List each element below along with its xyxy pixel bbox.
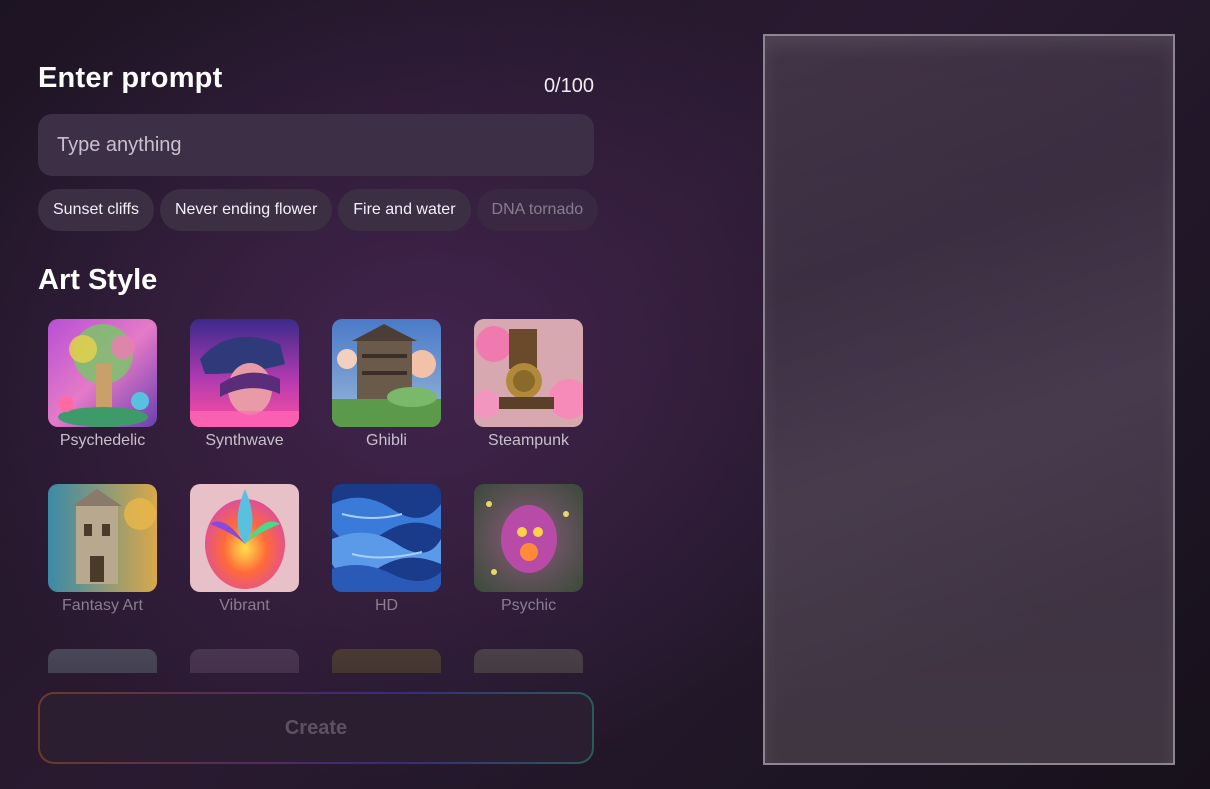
style-label: Steampunk: [488, 432, 569, 449]
partial-thumbnail: [332, 649, 441, 673]
partial-thumbnail: [48, 649, 157, 673]
synthwave-thumbnail: [190, 319, 299, 427]
style-option-psychic[interactable]: Psychic: [474, 484, 583, 615]
prompt-panel: Enter prompt 0/100 Sunset cliffs Never e…: [38, 0, 598, 789]
style-option-partial[interactable]: [190, 649, 299, 673]
style-label: Vibrant: [219, 597, 270, 614]
style-option-hd[interactable]: HD: [332, 484, 441, 615]
style-option-psychedelic[interactable]: Psychedelic: [48, 319, 157, 450]
style-label: HD: [374, 597, 399, 614]
prompt-title: Enter prompt: [38, 62, 223, 94]
style-label: Fantasy Art: [62, 597, 143, 614]
suggestion-chip[interactable]: DNA tornado: [476, 189, 598, 231]
image-preview-panel: [763, 34, 1175, 765]
partial-thumbnail: [190, 649, 299, 673]
partial-thumbnail: [474, 649, 583, 673]
vibrant-thumbnail: [190, 484, 299, 592]
psychedelic-thumbnail: [48, 319, 157, 427]
psychic-thumbnail: [474, 484, 583, 592]
style-option-partial[interactable]: [474, 649, 583, 673]
prompt-suggestions: Sunset cliffs Never ending flower Fire a…: [38, 189, 598, 231]
suggestion-chip[interactable]: Fire and water: [338, 189, 471, 231]
steampunk-thumbnail: [474, 319, 583, 427]
style-option-ghibli[interactable]: Ghibli: [332, 319, 441, 450]
art-style-title: Art Style: [38, 264, 158, 296]
suggestion-chip[interactable]: Sunset cliffs: [38, 189, 154, 231]
style-option-vibrant[interactable]: Vibrant: [190, 484, 299, 615]
hd-thumbnail: [332, 484, 441, 592]
prompt-input[interactable]: [38, 114, 594, 176]
art-style-grid: Psychedelic Synthwave Ghibli Steampunk F…: [48, 319, 596, 673]
style-option-partial[interactable]: [48, 649, 157, 673]
character-counter: 0/100: [543, 75, 594, 97]
style-option-synthwave[interactable]: Synthwave: [190, 319, 299, 450]
create-button[interactable]: Create: [38, 692, 594, 764]
style-option-partial[interactable]: [332, 649, 441, 673]
style-label: Synthwave: [205, 432, 284, 449]
style-label: Psychedelic: [59, 432, 146, 449]
style-label: Psychic: [500, 597, 557, 614]
style-option-steampunk[interactable]: Steampunk: [474, 319, 583, 450]
fantasy-art-thumbnail: [48, 484, 157, 592]
style-option-fantasy-art[interactable]: Fantasy Art: [48, 484, 157, 615]
ghibli-thumbnail: [332, 319, 441, 427]
suggestion-chip[interactable]: Never ending flower: [159, 189, 333, 231]
style-label: Ghibli: [366, 432, 407, 449]
